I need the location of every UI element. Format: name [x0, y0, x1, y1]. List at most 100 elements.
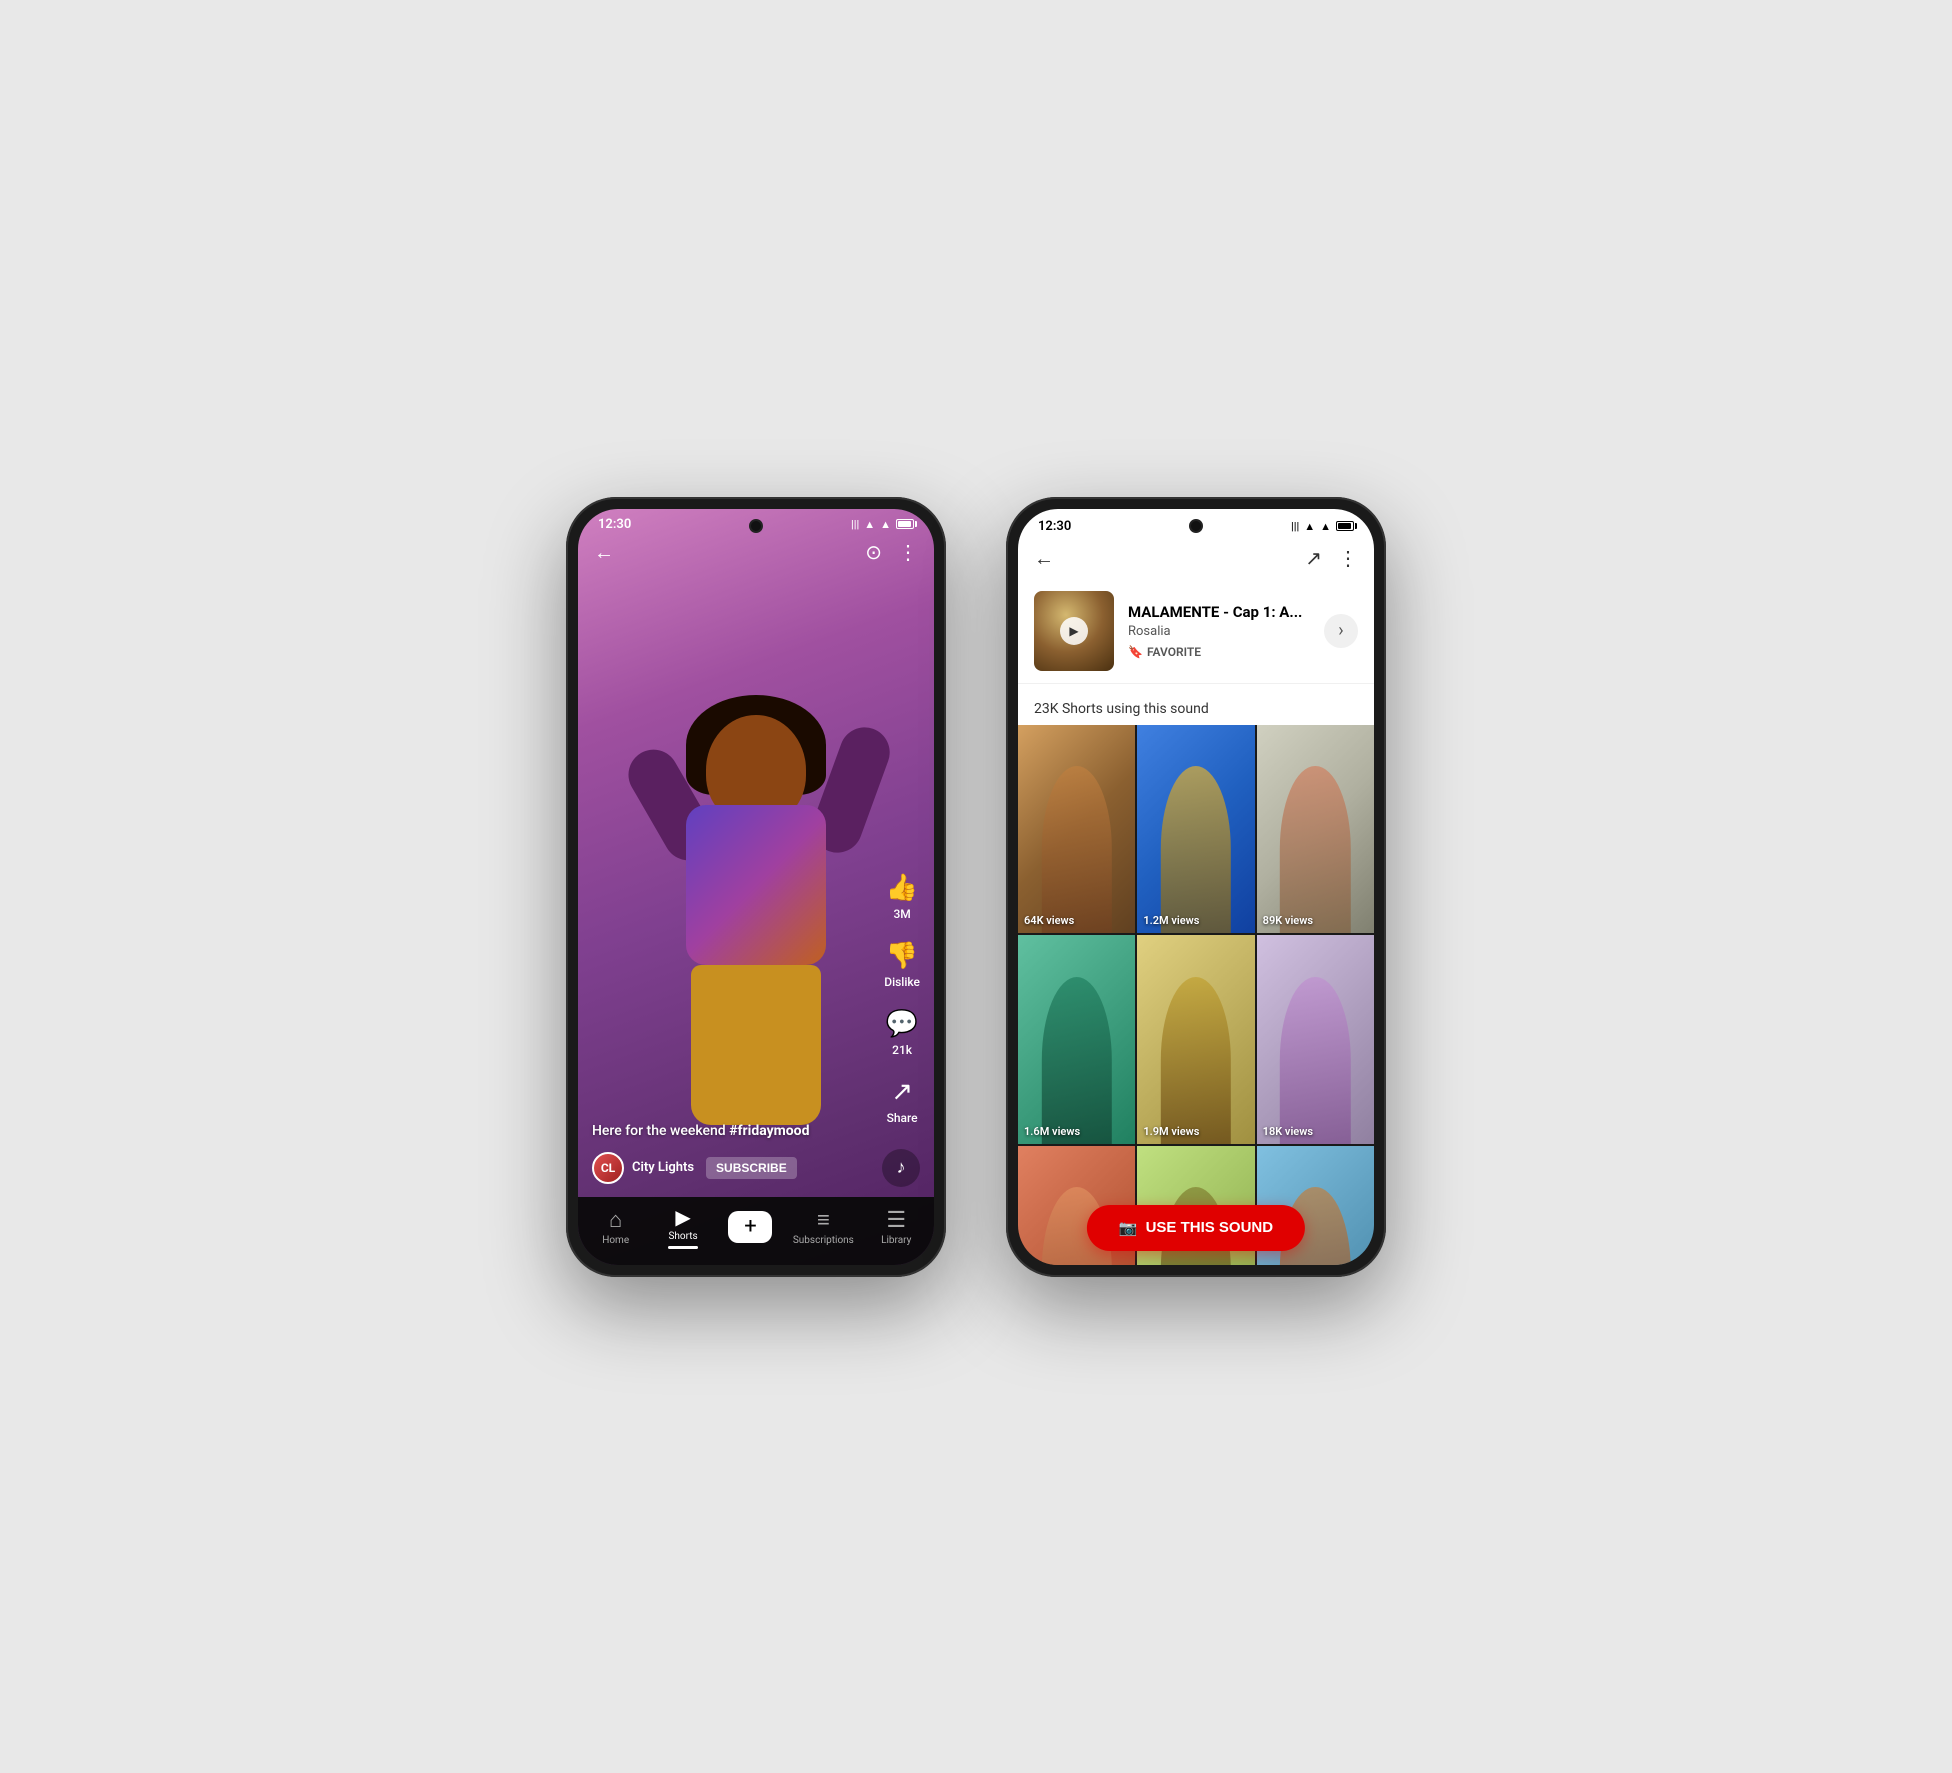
battery-icon-2 — [1336, 521, 1354, 531]
vibrate-icon-1: ||| — [851, 518, 859, 531]
comments-button[interactable]: 💬 21k — [886, 1009, 918, 1057]
nav-home-label: Home — [602, 1235, 629, 1246]
library-icon: ☰ — [886, 1208, 906, 1233]
like-button[interactable]: 👍 3M — [886, 873, 918, 921]
use-sound-label: USE THIS SOUND — [1146, 1219, 1274, 1236]
subscriptions-icon: ≡ — [817, 1207, 830, 1233]
chevron-button[interactable]: › — [1324, 614, 1358, 648]
status-icons-1: ||| ▲ ▲ — [851, 518, 914, 531]
share-button[interactable]: ↗ Share — [887, 1077, 918, 1125]
person-shape-2 — [1161, 766, 1231, 933]
nav-subscriptions-label: Subscriptions — [793, 1235, 854, 1246]
grid-views-5: 1.9M views — [1143, 1125, 1199, 1138]
person-torso — [686, 805, 826, 965]
sound-info: MALAMENTE - Cap 1: A... Rosalia 🔖 FAVORI… — [1128, 603, 1310, 659]
sound-page: 12:30 ||| ▲ ▲ ← ↗ ⋮ — [1018, 509, 1374, 1265]
music-button[interactable]: ♪ — [882, 1149, 920, 1187]
grid-item-5[interactable]: 1.9M views — [1137, 935, 1254, 1144]
shorts-icon: ▶ — [675, 1205, 690, 1229]
use-this-sound-button[interactable]: 📷 USE THIS SOUND — [1087, 1205, 1305, 1251]
hashtag[interactable]: #fridaymood — [729, 1123, 809, 1139]
phone-1-camera — [749, 519, 763, 533]
person-shape-3 — [1280, 766, 1350, 933]
phone-1: 12:30 ||| ▲ ▲ ← ⊙ ⋮ — [566, 497, 946, 1277]
nav-library-label: Library — [881, 1235, 911, 1246]
share-button-2[interactable]: ↗ — [1305, 546, 1322, 570]
channel-avatar: CL — [592, 1152, 624, 1184]
camera-icon-sound: 📷 — [1119, 1219, 1138, 1237]
more-button-2[interactable]: ⋮ — [1338, 546, 1358, 570]
nav-add[interactable]: + — [725, 1211, 775, 1243]
time-display-1: 12:30 — [598, 517, 631, 532]
grid-views-4: 1.6M views — [1024, 1125, 1080, 1138]
camera-button-1[interactable]: ⊙ — [865, 540, 882, 564]
like-icon: 👍 — [886, 873, 918, 903]
sound-artist: Rosalia — [1128, 624, 1310, 639]
sound-thumbnail[interactable]: ▶ — [1034, 591, 1114, 671]
dislike-button[interactable]: 👎 Dislike — [884, 941, 920, 989]
grid-views-3: 89K views — [1263, 914, 1313, 927]
nav-subscriptions[interactable]: ≡ Subscriptions — [793, 1207, 854, 1246]
favorite-label: FAVORITE — [1147, 645, 1201, 659]
grid-item-6[interactable]: 18K views — [1257, 935, 1374, 1144]
battery-icon-1 — [896, 519, 914, 529]
sound-title: MALAMENTE - Cap 1: A... — [1128, 603, 1310, 621]
comments-icon: 💬 — [886, 1009, 918, 1039]
grid-item-3[interactable]: 89K views — [1257, 725, 1374, 934]
time-display-2: 12:30 — [1038, 519, 1071, 534]
signal-icon-2: ▲ — [1320, 520, 1331, 533]
back-button-2[interactable]: ← — [1034, 546, 1054, 571]
phone-1-screen: 12:30 ||| ▲ ▲ ← ⊙ ⋮ — [578, 509, 934, 1265]
person-pants — [691, 965, 821, 1125]
favorite-button[interactable]: 🔖 FAVORITE — [1128, 645, 1310, 659]
shorts-count-text: 23K Shorts using this sound — [1034, 701, 1209, 717]
back-button-1[interactable]: ← — [594, 540, 614, 565]
nav-library[interactable]: ☰ Library — [871, 1208, 921, 1246]
status-icons-2: ||| ▲ ▲ — [1291, 520, 1354, 533]
more-button-1[interactable]: ⋮ — [898, 540, 918, 564]
video-grid-container: 64K views 1.2M views 89K views — [1018, 725, 1374, 1265]
shorts-caption: Here for the weekend #fridaymood — [592, 1123, 920, 1139]
sound-card: ▶ MALAMENTE - Cap 1: A... Rosalia 🔖 FAVO… — [1018, 579, 1374, 684]
phone-2: 12:30 ||| ▲ ▲ ← ↗ ⋮ — [1006, 497, 1386, 1277]
dislike-icon: 👎 — [886, 941, 918, 971]
bottom-nav: ⌂ Home ▶ Shorts + ≡ S — [578, 1197, 934, 1265]
chevron-right-icon: › — [1338, 620, 1343, 641]
add-button[interactable]: + — [728, 1211, 772, 1243]
music-icon: ♪ — [897, 1157, 906, 1178]
shorts-indicator — [668, 1246, 698, 1249]
home-icon: ⌂ — [609, 1207, 622, 1233]
shorts-header-icons: ⊙ ⋮ — [865, 540, 918, 564]
phones-container: 12:30 ||| ▲ ▲ ← ⊙ ⋮ — [566, 497, 1386, 1277]
comments-count: 21k — [892, 1043, 912, 1057]
grid-item-1[interactable]: 64K views — [1018, 725, 1135, 934]
like-count: 3M — [893, 907, 910, 921]
dislike-label: Dislike — [884, 975, 920, 989]
wifi-icon-1: ▲ — [864, 518, 875, 531]
channel-row: CL City Lights SUBSCRIBE ♪ — [592, 1149, 920, 1187]
grid-item-2[interactable]: 1.2M views — [1137, 725, 1254, 934]
bookmark-icon: 🔖 — [1128, 645, 1143, 659]
nav-shorts[interactable]: ▶ Shorts — [658, 1205, 708, 1249]
nav-shorts-label: Shorts — [668, 1231, 697, 1242]
shorts-content: 👍 3M 👎 Dislike 💬 21k ↗ Share — [578, 509, 934, 1265]
shorts-count-bar: 23K Shorts using this sound — [1018, 684, 1374, 725]
person-shape-1 — [1041, 766, 1111, 933]
person-shape-4 — [1041, 977, 1111, 1144]
grid-views-1: 64K views — [1024, 914, 1074, 927]
grid-item-4[interactable]: 1.6M views — [1018, 935, 1135, 1144]
play-icon: ▶ — [1069, 624, 1078, 638]
subscribe-button[interactable]: SUBSCRIBE — [706, 1157, 797, 1179]
signal-icon-1: ▲ — [880, 518, 891, 531]
shorts-header: ← ⊙ ⋮ — [578, 536, 934, 573]
sound-header-icons: ↗ ⋮ — [1305, 546, 1358, 570]
phone-2-screen: 12:30 ||| ▲ ▲ ← ↗ ⋮ — [1018, 509, 1374, 1265]
sound-thumb-bg: ▶ — [1034, 591, 1114, 671]
grid-views-6: 18K views — [1263, 1125, 1313, 1138]
add-icon: + — [744, 1214, 756, 1239]
play-button[interactable]: ▶ — [1060, 617, 1088, 645]
share-icon: ↗ — [891, 1077, 913, 1107]
vibrate-icon-2: ||| — [1291, 520, 1299, 533]
channel-name: City Lights — [632, 1160, 694, 1175]
nav-home[interactable]: ⌂ Home — [591, 1207, 641, 1246]
